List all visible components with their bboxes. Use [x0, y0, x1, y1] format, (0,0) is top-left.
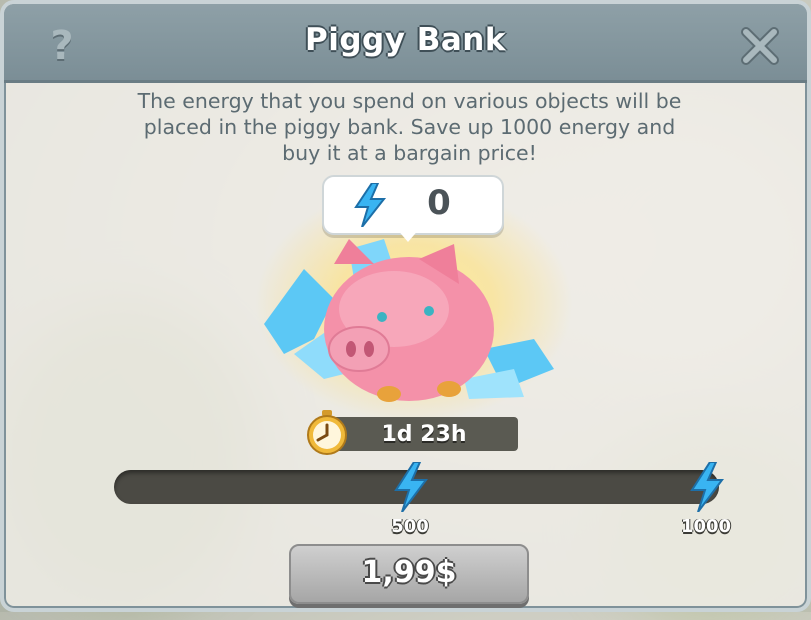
milestone-1000-lightning-icon	[690, 462, 724, 512]
timer-remaining: 1d 23h	[381, 422, 467, 447]
dialog-header: ? Piggy Bank	[4, 4, 807, 83]
description-text: The energy that you spend on various obj…	[137, 89, 682, 165]
piggy-bank-dialog: ? Piggy Bank The energy that you spend o…	[0, 0, 811, 612]
milestone-500-label: 500	[391, 516, 429, 537]
lightning-icon	[354, 183, 387, 227]
milestone-1000-label: 1000	[680, 516, 732, 537]
piggy-bank-icon	[264, 239, 554, 402]
energy-stored-value: 0	[427, 183, 451, 223]
dialog-title: Piggy Bank	[305, 22, 506, 58]
stopwatch-icon	[307, 410, 347, 455]
buy-button[interactable]: 1,99$	[289, 544, 529, 604]
milestone-500-lightning-icon	[394, 462, 428, 512]
buy-button-price: 1,99$	[361, 555, 457, 590]
bubble-tail	[396, 228, 420, 242]
close-button[interactable]	[738, 24, 782, 68]
close-icon	[741, 27, 779, 65]
energy-counter-bubble	[322, 175, 504, 235]
